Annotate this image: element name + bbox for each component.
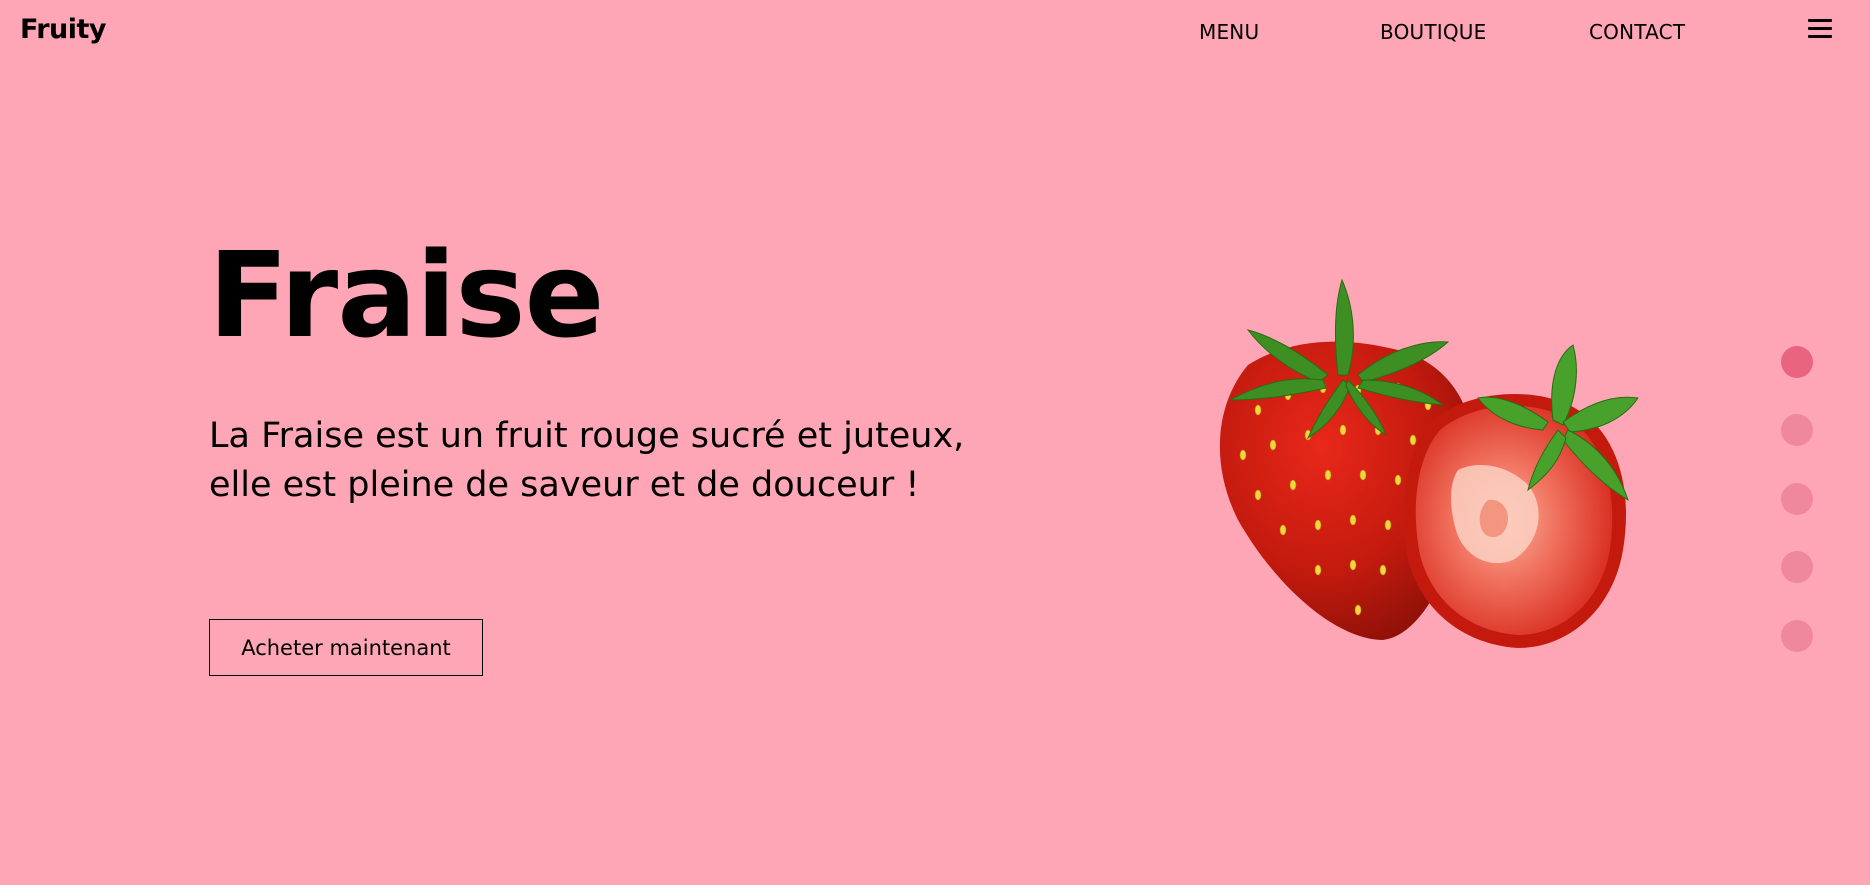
slider-dot-5[interactable] [1781,620,1813,652]
site-header: Fruity MENU BOUTIQUE CONTACT [0,0,1870,66]
slider-dot-2[interactable] [1781,414,1813,446]
nav-boutique-link[interactable]: BOUTIQUE [1380,20,1486,44]
slider-dot-3[interactable] [1781,483,1813,515]
hamburger-icon[interactable] [1808,18,1832,40]
buy-now-button[interactable]: Acheter maintenant [209,619,483,676]
slider-dot-4[interactable] [1781,551,1813,583]
nav-contact-link[interactable]: CONTACT [1589,20,1685,44]
logo[interactable]: Fruity [20,14,107,45]
hero-title: Fraise [208,226,605,364]
slider-dots [1781,346,1813,656]
slider-dot-1[interactable] [1781,346,1813,378]
nav-menu-link[interactable]: MENU [1199,20,1259,44]
hero-description: La Fraise est un fruit rouge sucré et ju… [209,416,965,505]
strawberry-illustration [1219,278,1639,648]
